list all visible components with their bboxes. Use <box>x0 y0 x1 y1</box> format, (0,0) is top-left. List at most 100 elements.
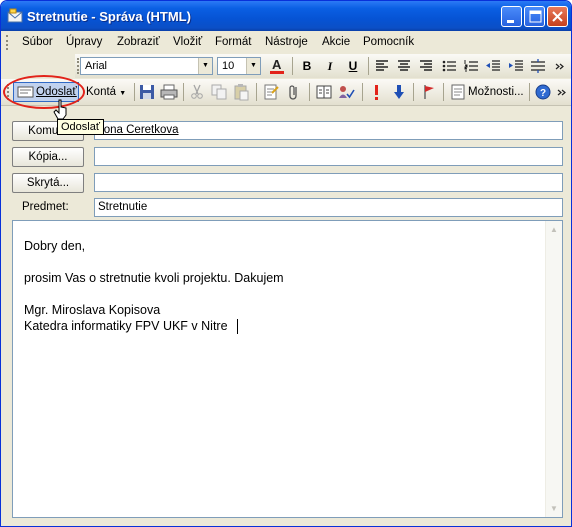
bold-button[interactable]: B <box>297 56 317 76</box>
to-field[interactable]: Ilona Ceretkova <box>94 121 563 140</box>
body-line: prosim Vas o stretnutie kvoli projektu. … <box>24 271 284 285</box>
separator <box>362 83 363 101</box>
menu-view[interactable]: Zobraziť <box>117 36 160 48</box>
address-book-button[interactable] <box>314 82 334 102</box>
font-size-select[interactable]: 10 ▼ <box>217 57 261 75</box>
font-name-select[interactable]: Arial ▼ <box>80 57 213 75</box>
separator <box>183 83 184 101</box>
separator <box>413 83 414 101</box>
message-app-icon[interactable] <box>7 8 23 24</box>
options-button[interactable]: Možnosti... <box>468 86 524 98</box>
decrease-indent-icon <box>486 60 500 71</box>
align-left-icon <box>376 60 388 71</box>
options-icon <box>451 84 465 100</box>
numbering-button[interactable] <box>461 56 481 76</box>
arrow-down-icon <box>394 85 404 99</box>
maximize-button[interactable] <box>524 6 545 27</box>
menu-format[interactable]: Formát <box>215 36 251 48</box>
separator <box>368 57 369 75</box>
message-body[interactable]: Dobry den, prosim Vas o stretnutie kvoli… <box>12 220 563 518</box>
separator <box>134 83 135 101</box>
menu-grip[interactable] <box>6 35 10 50</box>
cc-field[interactable] <box>94 147 563 166</box>
insert-file-button[interactable] <box>261 82 281 102</box>
importance-low-button[interactable] <box>389 82 409 102</box>
horizontal-line-icon <box>531 59 545 73</box>
copy-button[interactable] <box>209 82 229 102</box>
chevron-up-icon: ▲ <box>550 225 558 234</box>
scroll-down-button[interactable]: ▼ <box>547 501 561 516</box>
menu-insert[interactable]: Vložiť <box>173 36 202 48</box>
increase-indent-icon <box>509 60 523 71</box>
toolbar-overflow-button[interactable] <box>553 56 567 76</box>
font-color-icon: A <box>270 57 284 74</box>
cut-button[interactable] <box>187 82 207 102</box>
to-recipient[interactable]: Ilona Ceretkova <box>98 124 179 136</box>
attach-button[interactable] <box>284 82 304 102</box>
align-center-button[interactable] <box>394 56 414 76</box>
help-button[interactable]: ? <box>533 82 553 102</box>
options-icon-button[interactable] <box>448 82 468 102</box>
underline-button[interactable]: U <box>343 56 363 76</box>
bullet-list-icon <box>442 60 456 72</box>
check-names-icon <box>339 86 355 99</box>
font-size-value: 10 <box>222 60 235 72</box>
maximize-icon <box>529 10 542 23</box>
menu-bar: Súbor Úpravy Zobraziť Vložiť Formát Nást… <box>1 31 571 54</box>
chevron-double-right-icon <box>555 63 564 70</box>
body-line: Mgr. Miroslava Kopisova <box>24 303 161 317</box>
menu-tools[interactable]: Nástroje <box>265 36 308 48</box>
align-center-icon <box>398 60 410 71</box>
printer-icon <box>160 84 178 100</box>
highlight-circle <box>3 75 85 109</box>
save-button[interactable] <box>137 82 157 102</box>
close-icon <box>552 11 563 22</box>
print-button[interactable] <box>159 82 179 102</box>
close-button[interactable] <box>547 6 568 27</box>
cc-button[interactable]: Kópia... <box>12 147 84 167</box>
bcc-field[interactable] <box>94 173 563 192</box>
check-names-button[interactable] <box>336 82 356 102</box>
send-tooltip: Odoslať <box>57 119 104 135</box>
flag-icon <box>424 85 434 99</box>
vertical-scrollbar[interactable]: ▲ ▼ <box>545 221 562 517</box>
increase-indent-button[interactable] <box>506 56 526 76</box>
align-right-button[interactable] <box>416 56 436 76</box>
font-color-button[interactable]: A <box>267 56 287 76</box>
toolbar-overflow-button[interactable] <box>555 82 569 102</box>
bullets-button[interactable] <box>439 56 459 76</box>
minimize-button[interactable] <box>501 6 522 27</box>
chevron-down-icon[interactable]: ▼ <box>198 58 212 74</box>
separator <box>443 83 444 101</box>
chevron-down-icon: ▼ <box>550 504 558 513</box>
title-bar[interactable]: Stretnutie - Správa (HTML) <box>1 1 571 31</box>
save-icon <box>140 85 154 99</box>
subject-label: Predmet: <box>22 201 69 213</box>
accounts-button[interactable]: Kontá ▼ <box>86 86 126 98</box>
message-window: Stretnutie - Správa (HTML) Súbor Úpravy … <box>0 0 572 527</box>
line-style-button[interactable] <box>528 56 548 76</box>
subject-field[interactable]: Stretnutie <box>94 198 563 217</box>
menu-actions[interactable]: Akcie <box>322 36 350 48</box>
menu-edit[interactable]: Úpravy <box>66 36 102 48</box>
standard-toolbar: Kontá ▼ Možnosti... ? <box>1 79 571 106</box>
body-line: Katedra informatiky FPV UKF v Nitre <box>24 319 228 333</box>
paste-button[interactable] <box>231 82 251 102</box>
insert-file-icon <box>264 84 279 100</box>
menu-help[interactable]: Pomocník <box>363 36 414 48</box>
body-line: Dobry den, <box>24 239 86 253</box>
italic-button[interactable]: I <box>320 56 340 76</box>
copy-icon <box>211 84 227 100</box>
minimize-icon <box>507 20 514 23</box>
follow-up-button[interactable] <box>419 82 439 102</box>
bcc-button[interactable]: Skrytá... <box>12 173 84 193</box>
importance-high-button[interactable] <box>366 82 386 102</box>
scroll-up-button[interactable]: ▲ <box>547 222 561 237</box>
decrease-indent-button[interactable] <box>483 56 503 76</box>
align-left-button[interactable] <box>372 56 392 76</box>
menu-file[interactable]: Súbor <box>22 36 53 48</box>
separator <box>529 83 530 101</box>
chevron-down-icon[interactable]: ▼ <box>246 58 260 74</box>
accounts-label: Kontá <box>86 86 117 98</box>
font-name-value: Arial <box>85 60 108 72</box>
